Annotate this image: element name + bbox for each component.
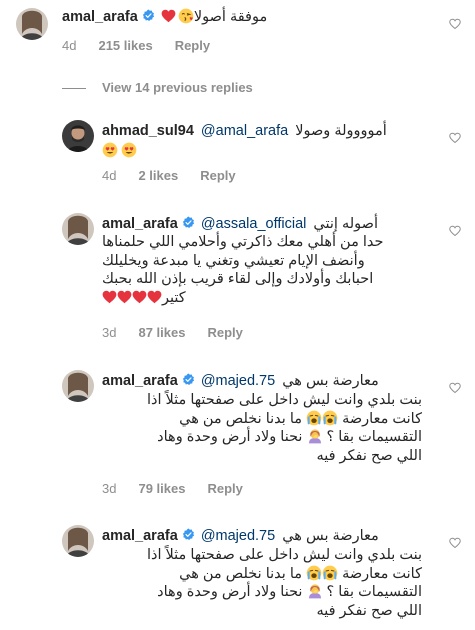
likes-count[interactable]: 2 likes — [138, 168, 178, 183]
crying-emoji-icon — [306, 410, 322, 426]
comment-text-line: وأنضف الإيام تعيشي وتغني يا مبدعة ويخليل… — [102, 252, 365, 269]
username[interactable]: ahmad_sul94 — [102, 123, 194, 139]
like-heart-icon[interactable] — [449, 537, 461, 549]
crying-emoji-icon — [322, 410, 338, 426]
likes-count[interactable]: 79 likes — [138, 481, 185, 496]
mention-link[interactable]: @amal_arafa — [201, 123, 288, 139]
reply-button[interactable]: Reply — [207, 325, 242, 340]
comment-text-line: بنت بلدي وانت ليش داخل على صفحتها مثلاً … — [146, 392, 422, 408]
comment-text: بنت بلدي وانت ليش داخل على صفحتها مثلاً … — [102, 391, 422, 465]
mention-link[interactable]: @majed.75 — [201, 528, 275, 544]
comment-text-line: بنت بلدي وانت ليش داخل على صفحتها مثلاً … — [146, 547, 422, 563]
avatar[interactable] — [62, 120, 94, 152]
comment-text-line: كانت معارضة ما بدنا نخلص من هي — [179, 410, 422, 427]
like-heart-icon[interactable] — [449, 132, 461, 144]
comment-header: amal_arafa @majed.75 معارضة بس هي — [102, 372, 379, 390]
crying-emoji-icon — [322, 565, 338, 581]
comment-meta: 3d 79 likes Reply — [102, 481, 265, 496]
avatar[interactable] — [62, 370, 94, 402]
red-heart-emoji-icon — [147, 290, 162, 304]
avatar[interactable] — [62, 213, 94, 245]
comment-text: أموووولة وصولا — [295, 123, 387, 139]
red-heart-emoji-icon — [117, 290, 132, 304]
avatar[interactable] — [16, 8, 48, 40]
likes-count[interactable]: 215 likes — [98, 38, 152, 53]
kiss-emoji-icon — [178, 8, 194, 24]
username[interactable]: amal_arafa — [102, 528, 178, 544]
reply-2: amal_arafa @assala_official أصوله إنتي ح… — [0, 205, 475, 355]
reply-button[interactable]: Reply — [207, 481, 242, 496]
view-replies-label: View 14 previous replies — [102, 80, 253, 95]
comment-text: موفقة أصولا — [159, 9, 267, 25]
heart-eyes-emoji-icon — [102, 142, 118, 158]
avatar[interactable] — [62, 525, 94, 557]
like-heart-icon[interactable] — [449, 382, 461, 394]
reply-1: ahmad_sul94 @amal_arafa أموووولة وصولا 4… — [0, 112, 475, 192]
comment-text-line: معارضة بس هي — [282, 373, 379, 389]
mention-link[interactable]: @assala_official — [201, 216, 307, 232]
username[interactable]: amal_arafa — [62, 9, 138, 25]
view-previous-replies[interactable]: View 14 previous replies — [62, 80, 253, 95]
comment-header: ahmad_sul94 @amal_arafa أموووولة وصولا — [102, 122, 387, 140]
comment-meta: 4d 2 likes Reply — [102, 168, 258, 183]
verified-badge-icon — [182, 528, 195, 541]
red-heart-emoji-icon — [132, 290, 147, 304]
reply-button[interactable]: Reply — [175, 38, 210, 53]
comment-header: amal_arafa @majed.75 معارضة بس هي — [102, 527, 379, 545]
reply-3: amal_arafa @majed.75 معارضة بس هي بنت بل… — [0, 360, 475, 508]
divider-line — [62, 88, 86, 90]
comment-text-line: كتير — [102, 289, 422, 308]
verified-badge-icon — [142, 9, 155, 22]
likes-count[interactable]: 87 likes — [138, 325, 185, 340]
comment-text-line: أصوله إنتي — [313, 216, 378, 232]
comment-time[interactable]: 4d — [102, 168, 116, 183]
comment-text-line: التقسيمات بقا ؟ نحنا ولاد أرض وحدة وهاد — [157, 583, 422, 600]
comment-text-line: معارضة بس هي — [282, 528, 379, 544]
red-heart-emoji-icon — [102, 290, 117, 304]
comment-text-line: التقسيمات بقا ؟ نحنا ولاد أرض وحدة وهاد — [157, 428, 422, 445]
comment-time[interactable]: 4d — [62, 38, 76, 53]
like-heart-icon[interactable] — [449, 225, 461, 237]
comment-time[interactable]: 3d — [102, 325, 116, 340]
emoji-row — [102, 142, 137, 161]
red-heart-emoji-icon — [161, 9, 176, 23]
like-heart-icon[interactable] — [449, 18, 461, 30]
reply-4: amal_arafa @majed.75 معارضة بس هي بنت بل… — [0, 515, 475, 630]
verified-badge-icon — [182, 373, 195, 386]
comment-text-line: حدا من أهلي معك ذاكرتي وأحلامي اللي حلمن… — [102, 234, 384, 250]
comment-text-line: احبابك وأولادك وإلى لقاء قريب بإذن الله … — [102, 271, 374, 287]
comment-meta: 3d 87 likes Reply — [102, 325, 265, 340]
facepalm-emoji-icon — [307, 428, 323, 444]
comment-text-line: اللي صح نفكر فيه — [316, 602, 422, 619]
facepalm-emoji-icon — [307, 583, 323, 599]
username[interactable]: amal_arafa — [102, 216, 178, 232]
comment-text: حدا من أهلي معك ذاكرتي وأحلامي اللي حلمن… — [102, 233, 422, 307]
comment-header: amal_arafa @assala_official أصوله إنتي — [102, 215, 378, 233]
verified-badge-icon — [182, 216, 195, 229]
comment-text-line: كانت معارضة ما بدنا نخلص من هي — [179, 565, 422, 582]
comment-header: amal_arafa موفقة أصولا — [62, 8, 267, 26]
comment-top: amal_arafa موفقة أصولا 4d 215 likes Reply — [0, 0, 475, 60]
mention-link[interactable]: @majed.75 — [201, 373, 275, 389]
comment-text: بنت بلدي وانت ليش داخل على صفحتها مثلاً … — [102, 546, 422, 620]
comment-meta: 4d 215 likes Reply — [62, 38, 232, 53]
comment-time[interactable]: 3d — [102, 481, 116, 496]
username[interactable]: amal_arafa — [102, 373, 178, 389]
heart-eyes-emoji-icon — [121, 142, 137, 158]
reply-button[interactable]: Reply — [200, 168, 235, 183]
crying-emoji-icon — [306, 565, 322, 581]
comment-text-line: اللي صح نفكر فيه — [316, 447, 422, 464]
